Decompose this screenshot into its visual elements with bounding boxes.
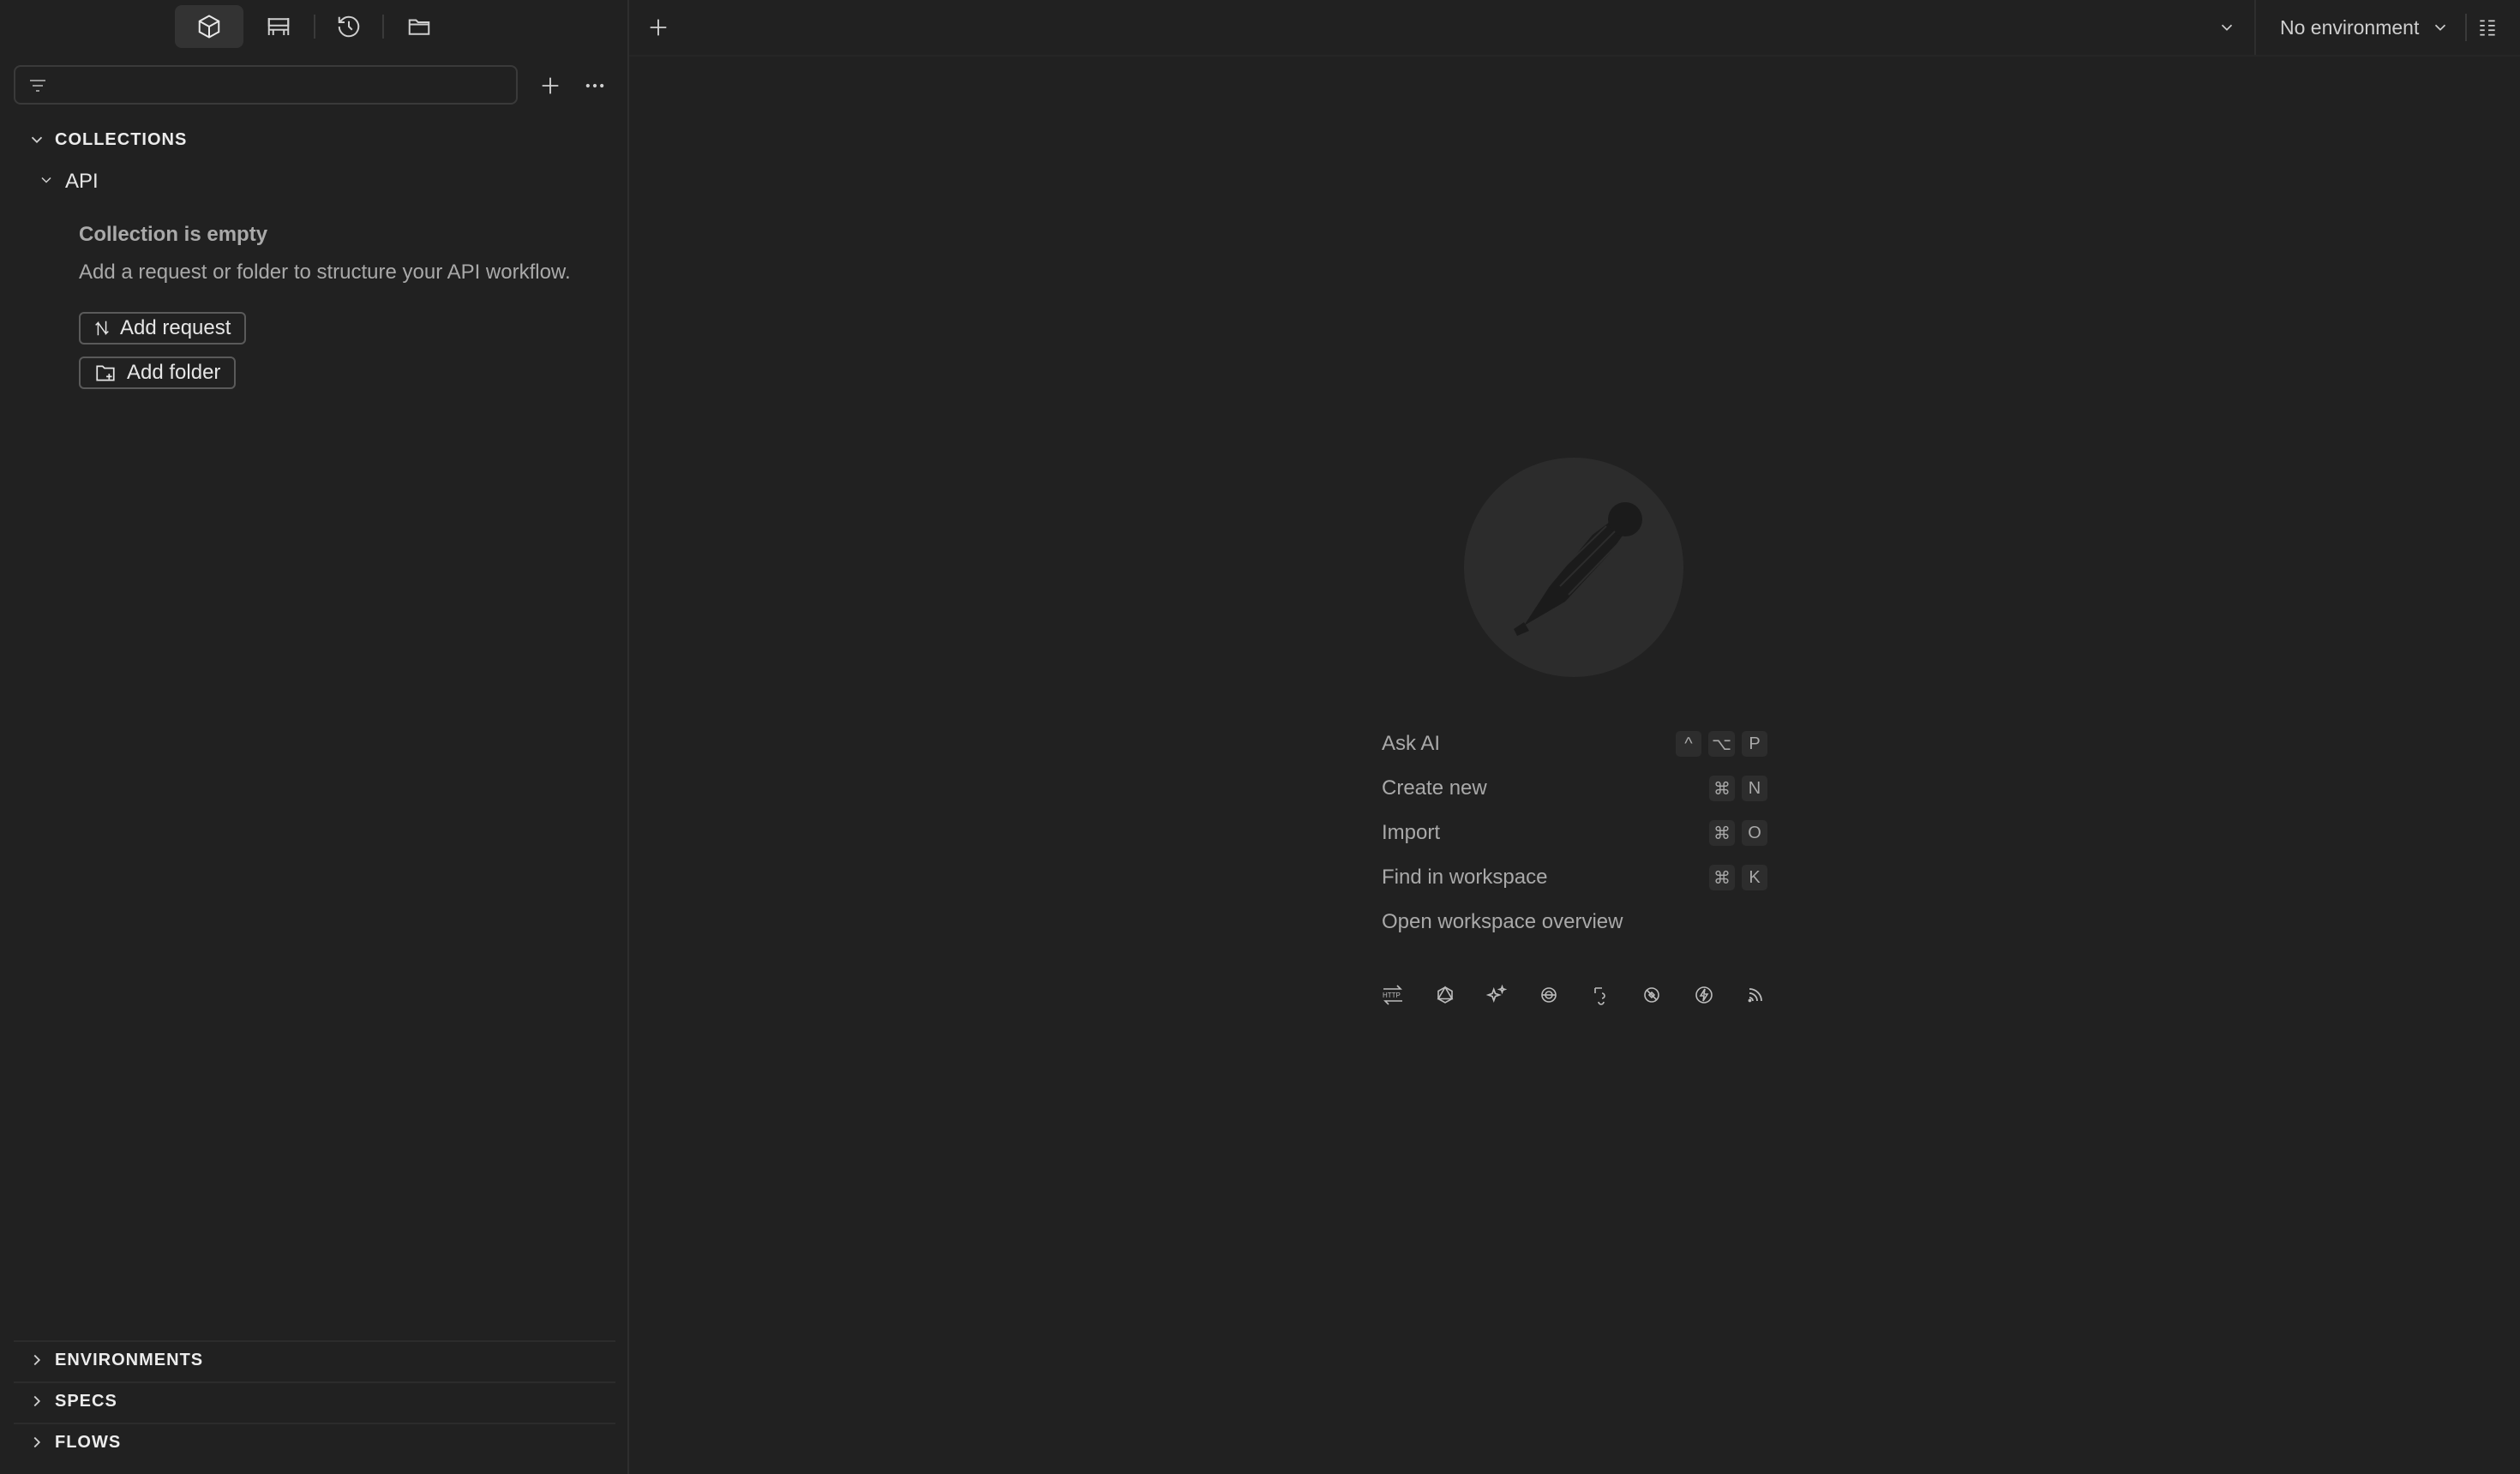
collections-title: COLLECTIONS	[55, 130, 188, 149]
environment-label: No environment	[2280, 15, 2420, 39]
menu-item-label: Ask AI	[1382, 732, 1441, 755]
folder-plus-icon	[93, 362, 118, 384]
mqtt-icon[interactable]	[1691, 982, 1717, 1008]
tab-bar: No environment	[629, 0, 2520, 57]
environment-selector[interactable]: No environment	[2268, 12, 2472, 43]
divider	[382, 15, 384, 39]
divider	[14, 1423, 615, 1424]
socketio-icon[interactable]	[1639, 982, 1665, 1008]
chevron-down-icon	[27, 130, 46, 149]
new-tab-icon[interactable]	[641, 10, 675, 45]
environment-quick-look-icon[interactable]	[2472, 12, 2503, 43]
shortcut-key: ⌥	[1707, 731, 1735, 757]
shortcut-key: ⌘	[1709, 820, 1735, 846]
empty-collection-description: Add a request or folder to structure you…	[79, 261, 571, 284]
empty-collection-title: Collection is empty	[79, 223, 268, 246]
menu-item-label: Find in workspace	[1382, 866, 1548, 889]
chevron-right-icon	[27, 1433, 46, 1452]
specs-section-header[interactable]: SPECS	[26, 1390, 609, 1414]
filter-input-container[interactable]	[14, 65, 518, 105]
launchpad	[629, 57, 2520, 1474]
shortcut-key: N	[1742, 776, 1767, 801]
add-folder-button[interactable]: Add folder	[79, 357, 237, 389]
add-request-button[interactable]: Add request	[79, 312, 247, 345]
rss-icon[interactable]	[1743, 982, 1768, 1008]
postman-logo-icon	[1464, 458, 1683, 677]
divider	[2465, 14, 2467, 41]
specs-title: SPECS	[55, 1392, 117, 1411]
shortcut-key: ⌘	[1709, 865, 1735, 890]
shortcut-key: ⌘	[1709, 776, 1735, 801]
ai-sparkle-icon[interactable]	[1484, 982, 1509, 1008]
divider	[14, 1340, 615, 1342]
collections-section-header[interactable]: COLLECTIONS	[26, 129, 609, 153]
shortcut-key: P	[1742, 731, 1767, 757]
menu-item-create-new[interactable]: Create new ⌘ N	[1382, 771, 1767, 806]
chevron-down-icon	[38, 171, 55, 189]
menu-item-import[interactable]: Import ⌘ O	[1382, 816, 1767, 850]
divider	[314, 15, 315, 39]
graphql-icon[interactable]	[1432, 982, 1458, 1008]
menu-item-label: Open workspace overview	[1382, 910, 1623, 933]
add-icon[interactable]	[531, 69, 569, 103]
collection-item-api[interactable]: API	[34, 168, 609, 194]
chevron-down-icon	[2431, 18, 2450, 37]
chevron-right-icon	[27, 1351, 46, 1369]
environments-section-header[interactable]: ENVIRONMENTS	[26, 1349, 609, 1373]
collections-tab-icon[interactable]	[175, 5, 243, 48]
filter-icon[interactable]	[27, 75, 48, 96]
files-tab-icon[interactable]	[398, 9, 441, 45]
menu-item-ask-ai[interactable]: Ask AI ^ ⌥ P	[1382, 727, 1767, 761]
environments-tab-icon[interactable]	[257, 9, 300, 45]
menu-item-label: Import	[1382, 821, 1441, 844]
chevron-right-icon	[27, 1392, 46, 1411]
add-folder-label: Add folder	[127, 361, 221, 384]
grpc-icon[interactable]	[1536, 982, 1562, 1008]
environments-title: ENVIRONMENTS	[55, 1351, 204, 1369]
flows-title: FLOWS	[55, 1433, 122, 1452]
http-icon[interactable]: HTTP	[1380, 982, 1406, 1008]
menu-item-open-workspace-overview[interactable]: Open workspace overview	[1382, 905, 1767, 939]
shortcut-key: O	[1742, 820, 1767, 846]
divider	[2254, 0, 2256, 55]
sidebar: COLLECTIONS API Collection is empty Add …	[0, 0, 629, 1474]
filter-input[interactable]	[58, 72, 507, 99]
menu-item-label: Create new	[1382, 776, 1487, 800]
shortcut-key: ^	[1675, 731, 1701, 757]
collection-name: API	[65, 170, 99, 193]
shortcut-key: K	[1742, 865, 1767, 890]
flows-section-header[interactable]: FLOWS	[26, 1431, 609, 1455]
svg-text:HTTP: HTTP	[1383, 992, 1401, 999]
request-icon	[93, 318, 111, 339]
divider	[14, 1381, 615, 1383]
websocket-icon[interactable]	[1587, 982, 1613, 1008]
more-options-icon[interactable]	[576, 69, 614, 103]
history-tab-icon[interactable]	[327, 9, 370, 45]
tabs-dropdown-icon[interactable]	[2211, 12, 2242, 43]
add-request-label: Add request	[120, 316, 231, 339]
menu-item-find-in-workspace[interactable]: Find in workspace ⌘ K	[1382, 860, 1767, 895]
